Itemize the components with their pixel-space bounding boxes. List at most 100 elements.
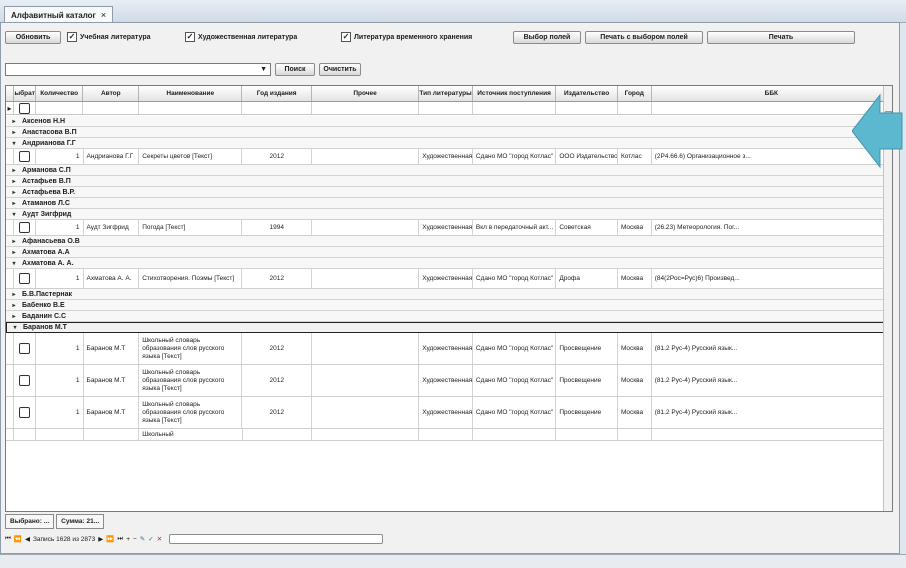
collapse-icon[interactable]: ▾ — [6, 140, 22, 147]
prev-record-icon[interactable]: ◀ — [25, 535, 30, 543]
group-row[interactable]: ▾ Ахматова А. А. — [6, 258, 892, 269]
select-checkbox[interactable] — [18, 375, 30, 386]
records-grid[interactable]: ВыбратьКоличествоАвторНаименованиеГод из… — [5, 85, 893, 512]
table-row[interactable]: 1 Баранов М.Т Школьный словарь образования… — [6, 397, 892, 429]
save-record-icon[interactable]: ✓ — [148, 535, 153, 543]
group-row[interactable]: ▾ Андрианова Г.Г — [6, 138, 892, 149]
column-header[interactable]: Год издания — [242, 86, 312, 101]
column-header[interactable]: Издательство — [556, 86, 618, 101]
table-row[interactable]: 1 Баранов М.Т Школьный словарь образования… — [6, 365, 892, 397]
search-input[interactable]: ▼ — [5, 63, 271, 76]
table-row[interactable]: 1 Баранов М.Т Школьный словарь образования… — [6, 333, 892, 365]
sum-tab[interactable]: Сумма: 21... — [56, 514, 105, 529]
group-row[interactable]: ▸ Ахматова А.А — [6, 247, 892, 258]
print-selected-button[interactable]: Печать с выбором полей — [585, 30, 703, 44]
column-header[interactable]: Тип литературы — [419, 86, 473, 101]
find-button[interactable]: Поиск — [275, 63, 315, 76]
new-row-cell[interactable] — [139, 102, 243, 114]
new-row-cell[interactable] — [618, 102, 652, 114]
row-selector[interactable] — [6, 220, 14, 235]
group-row[interactable]: ▸ Баданин С.С — [6, 311, 892, 322]
group-row[interactable]: ▸ Атаманов Л.С — [6, 198, 892, 209]
document-tab[interactable]: Алфавитный каталог × — [4, 6, 114, 23]
chevron-down-icon[interactable]: ▼ — [260, 66, 267, 73]
group-row[interactable]: ▸ Аксенов Н.Н — [6, 116, 892, 127]
column-header[interactable]: Автор — [83, 86, 140, 101]
refresh-button[interactable]: Обновить — [5, 30, 61, 44]
uchebnaya-checkbox[interactable]: ✓ Учебная литература — [67, 32, 179, 42]
prev-page-icon[interactable]: ⏪ — [14, 535, 22, 543]
delete-record-icon[interactable]: − — [133, 536, 137, 543]
selected-count-tab[interactable]: Выбрано: ... — [5, 514, 55, 529]
expand-icon[interactable]: ▸ — [6, 291, 22, 298]
column-header[interactable]: Источник поступления — [473, 86, 557, 101]
expand-icon[interactable]: ▸ — [6, 189, 22, 196]
row-selector[interactable] — [6, 269, 14, 288]
expand-icon[interactable]: ▸ — [6, 178, 22, 185]
expand-icon[interactable]: ▸ — [6, 200, 22, 207]
row-selector[interactable] — [6, 365, 14, 396]
collapse-icon[interactable]: ▾ — [6, 211, 22, 218]
last-record-icon[interactable]: ⏭ — [117, 535, 123, 543]
column-header[interactable]: Город — [618, 86, 652, 101]
next-page-icon[interactable]: ⏩ — [106, 535, 114, 543]
collapse-icon[interactable]: ▾ — [7, 324, 23, 331]
row-selector[interactable] — [6, 397, 14, 428]
expand-icon[interactable]: ▸ — [6, 167, 22, 174]
collapse-icon[interactable]: ▾ — [6, 260, 22, 267]
expand-icon[interactable]: ▸ — [6, 249, 22, 256]
select-checkbox[interactable] — [18, 151, 30, 162]
new-row-cell[interactable] — [83, 102, 140, 114]
expand-icon[interactable]: ▸ — [6, 118, 22, 125]
new-record-row[interactable]: ▸ — [6, 102, 892, 115]
first-record-icon[interactable]: ⏮ — [5, 535, 11, 543]
expand-icon[interactable]: ▸ — [6, 238, 22, 245]
group-row[interactable]: ▸ Арманова С.П — [6, 165, 892, 176]
group-row[interactable]: ▸ Астафьев В.П — [6, 176, 892, 187]
group-row[interactable]: ▸ Бабенко В.Е — [6, 300, 892, 311]
group-row[interactable]: ▾ Аудт Зигфрид — [6, 209, 892, 220]
expand-icon[interactable]: ▸ — [6, 129, 22, 136]
select-checkbox[interactable] — [18, 102, 30, 114]
cancel-edit-icon[interactable]: ✕ — [157, 535, 162, 543]
column-header[interactable]: Выбрать — [14, 86, 36, 101]
new-row-cell[interactable] — [242, 102, 312, 114]
select-checkbox[interactable] — [18, 343, 30, 354]
row-selector[interactable] — [6, 429, 14, 440]
table-row[interactable]: 1 Андрианова Г.Г Секреты цветов [Текст] 201… — [6, 149, 892, 165]
horizontal-scrollbar[interactable] — [169, 534, 384, 544]
column-header[interactable]: Прочее — [312, 86, 420, 101]
select-checkbox[interactable] — [18, 407, 30, 418]
select-checkbox[interactable] — [18, 222, 30, 233]
table-row[interactable]: Школьный — [6, 429, 892, 441]
group-row[interactable]: ▸ Анастасова В.П — [6, 127, 892, 138]
new-row-cell[interactable] — [14, 102, 36, 114]
edit-record-icon[interactable]: ✎ — [140, 535, 145, 543]
group-row[interactable]: ▸ Афанасьева О.В — [6, 236, 892, 247]
table-row[interactable]: 1 Аудт Зигфрид Погода [Текст] 1994 Художеств… — [6, 220, 892, 236]
add-record-icon[interactable]: + — [126, 536, 130, 543]
group-row[interactable]: ▾ Баранов М.Т — [6, 322, 892, 333]
clear-button[interactable]: Очистить — [319, 63, 361, 76]
group-row[interactable]: ▸ Астафьева В.Р. — [6, 187, 892, 198]
select-fields-button[interactable]: Выбор полей — [513, 30, 581, 44]
column-header[interactable]: Наименование — [139, 86, 243, 101]
new-row-cell[interactable] — [419, 102, 473, 114]
group-row[interactable]: ▸ Б.В.Пастернак — [6, 289, 892, 300]
expand-icon[interactable]: ▸ — [6, 313, 22, 320]
column-header[interactable]: Количество — [36, 86, 84, 101]
new-row-cell[interactable] — [556, 102, 618, 114]
periodic-checkbox[interactable]: ✓ Литература временного хранения — [341, 32, 501, 42]
print-button[interactable]: Печать — [707, 30, 855, 44]
table-row[interactable]: 1 Ахматова А. А. Стихотворения. Поэмы [Тек… — [6, 269, 892, 289]
new-row-cell[interactable] — [36, 102, 84, 114]
new-row-cell[interactable] — [312, 102, 420, 114]
next-record-icon[interactable]: ▶ — [98, 535, 103, 543]
row-selector[interactable] — [6, 149, 14, 164]
row-selector[interactable] — [6, 333, 14, 364]
new-row-cell[interactable] — [473, 102, 557, 114]
close-icon[interactable]: × — [101, 10, 106, 20]
expand-icon[interactable]: ▸ — [6, 302, 22, 309]
select-checkbox[interactable] — [18, 273, 30, 284]
hudozh-checkbox[interactable]: ✓ Художественная литература — [185, 32, 335, 42]
